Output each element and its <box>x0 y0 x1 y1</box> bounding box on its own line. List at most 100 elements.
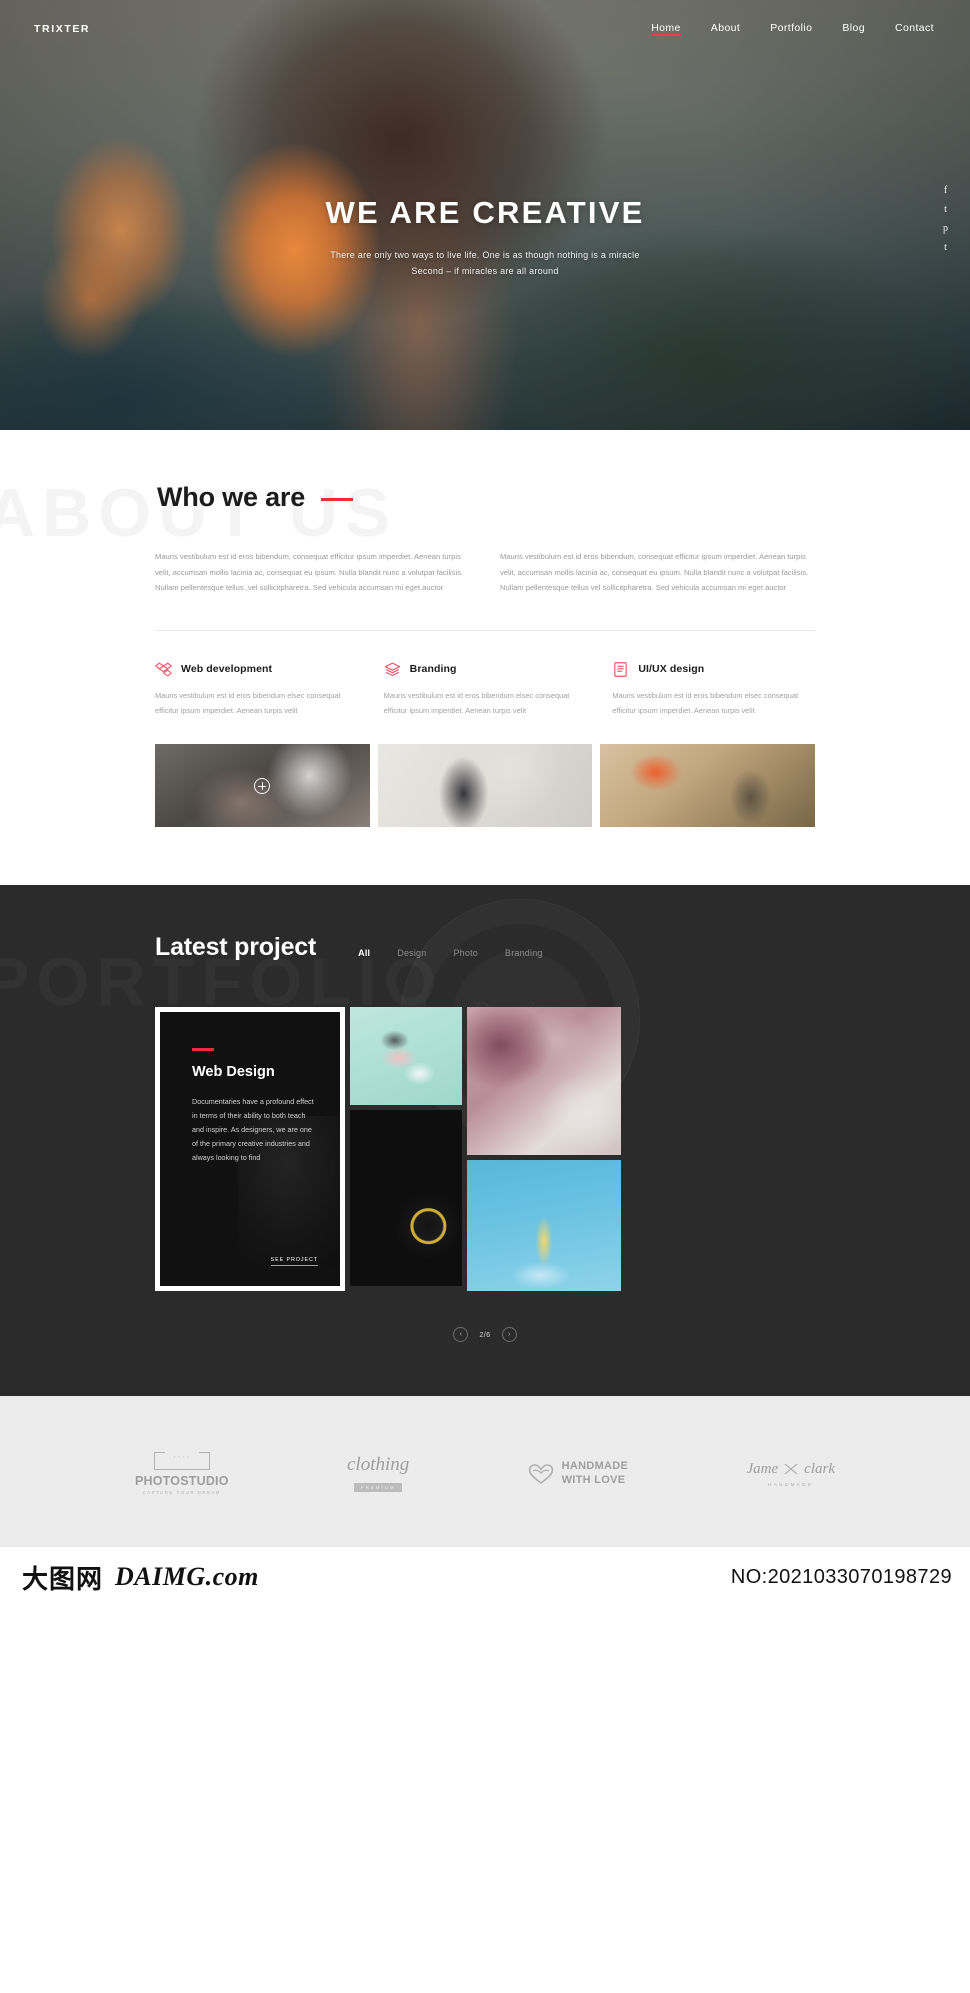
nav-link-about[interactable]: About <box>711 22 740 37</box>
portfolio-container: Latest project All Design Photo Branding… <box>155 933 815 1343</box>
clothing-logo[interactable]: clothing PREMIUM <box>347 1454 409 1494</box>
portfolio-heading-row: Latest project All Design Photo Branding <box>155 933 815 962</box>
nav-link-contact[interactable]: Contact <box>895 22 934 37</box>
camera-frame-icon <box>153 1451 210 1471</box>
partner-tagline: CAPTURE YOUR DREAM <box>142 1490 221 1496</box>
about-thumbnails <box>155 744 816 828</box>
footer-site-name: DAIMG.com <box>115 1562 259 1592</box>
hero-subtitle-line1: There are only two ways to live life. On… <box>330 250 640 261</box>
footer-id-number: NO:2021033070198729 <box>730 1565 952 1588</box>
hero-section: TRIXTER Home About Portfolio Blog Contac… <box>0 0 970 430</box>
photostudio-logo[interactable]: PHOTOSTUDIO CAPTURE YOUR DREAM <box>135 1451 229 1496</box>
service-title: UI/UX design <box>638 663 705 676</box>
service-header: Branding <box>384 661 587 678</box>
page-root: TRIXTER Home About Portfolio Blog Contac… <box>0 0 970 1608</box>
service-title: Branding <box>409 663 457 676</box>
partner-name: Jame clark <box>747 1461 835 1478</box>
partner-name: PHOTOSTUDIO <box>135 1474 229 1489</box>
social-links-rail: f t p t <box>943 186 948 253</box>
watermark-footer-bar: 大图网 DAIMG.com NO:2021033070198729 <box>0 1547 970 1608</box>
filter-all[interactable]: All <box>358 948 370 958</box>
about-paragraph-left: Mauris vestibulum est id eros bibendum, … <box>155 552 464 593</box>
handmade-logo[interactable]: HANDMADE WITH LOVE <box>528 1460 629 1488</box>
filter-photo[interactable]: Photo <box>453 948 478 958</box>
main-navigation: TRIXTER Home About Portfolio Blog Contac… <box>0 0 970 58</box>
service-body: Mauris vestibulum est id eros bibendum e… <box>612 690 799 715</box>
service-branding[interactable]: Branding Mauris vestibulum est id eros b… <box>384 661 587 719</box>
portfolio-pagination: ‹ 2/6 › <box>155 1327 815 1343</box>
scissors-icon <box>784 1463 798 1475</box>
hero-subtitle: There are only two ways to live life. On… <box>0 248 970 280</box>
footer-cn-label: 大图网 <box>22 1563 104 1594</box>
portfolio-heading: Latest project <box>155 933 317 962</box>
portfolio-column-left: Web Design Documentaries have a profound… <box>155 1007 345 1292</box>
feature-card-title: Web Design <box>192 1064 275 1081</box>
about-paragraph-columns: Mauris vestibulum est id eros bibendum, … <box>155 549 815 596</box>
nav-link-blog[interactable]: Blog <box>842 22 865 37</box>
partner-name: HANDMADE WITH LOVE <box>562 1460 629 1488</box>
partner-name: clothing <box>346 1453 410 1475</box>
service-body: Mauris vestibulum est id eros bibendum e… <box>383 690 570 715</box>
pagination-next-button[interactable]: › <box>501 1327 517 1343</box>
portfolio-filter-tabs: All Design Photo Branding <box>358 948 543 962</box>
portfolio-column-right <box>467 1007 621 1292</box>
feature-card-body: Documentaries have a profound effect in … <box>192 1097 314 1163</box>
service-header: Web development <box>155 661 358 678</box>
pagination-counter: 2/6 <box>479 1330 491 1340</box>
layers-icon <box>384 661 401 678</box>
partner-tagline: HANDMADE <box>767 1481 814 1487</box>
portfolio-grid: Web Design Documentaries have a profound… <box>155 1007 815 1292</box>
filter-design[interactable]: Design <box>397 948 426 958</box>
card-dash-accent <box>192 1048 214 1052</box>
about-section: ABOUT US Who we are Mauris vestibulum es… <box>0 430 970 886</box>
twitter-icon[interactable]: t <box>944 205 947 215</box>
portfolio-feature-card[interactable]: Web Design Documentaries have a profound… <box>155 1007 345 1292</box>
same-clark-left: Jame <box>746 1460 779 1477</box>
site-logo[interactable]: TRIXTER <box>34 23 90 35</box>
hero-subtitle-line2: Second – if miracles are all around <box>411 265 559 276</box>
service-title: Web development <box>181 663 273 676</box>
portfolio-tile-boxes[interactable] <box>350 1007 462 1106</box>
same-clark-logo[interactable]: Jame clark HANDMADE <box>747 1461 835 1487</box>
pagination-prev-button[interactable]: ‹ <box>453 1327 469 1343</box>
about-heading: Who we are <box>157 482 306 512</box>
thumbnail-workspace[interactable] <box>377 744 593 828</box>
tumblr-icon[interactable]: t <box>944 243 947 253</box>
play-plus-icon[interactable] <box>254 777 271 794</box>
portfolio-section: PORTFOLIO Preview Latest project All Des… <box>0 885 970 1397</box>
service-header: UI/UX design <box>612 661 815 678</box>
service-web-development[interactable]: Web development Mauris vestibulum est id… <box>155 661 358 719</box>
about-paragraph-right: Mauris vestibulum est id eros bibendum, … <box>500 552 809 593</box>
partner-badge: PREMIUM <box>353 1482 403 1492</box>
heading-dash-accent <box>321 498 354 501</box>
document-icon <box>612 661 629 678</box>
portfolio-tile-vinyl[interactable] <box>350 1110 462 1287</box>
nav-link-portfolio[interactable]: Portfolio <box>770 22 812 37</box>
portfolio-tile-sky[interactable] <box>467 1160 621 1292</box>
filter-branding[interactable]: Branding <box>505 948 543 958</box>
handmade-line-2: WITH LOVE <box>561 1473 626 1486</box>
nav-menu: Home About Portfolio Blog Contact <box>651 22 934 37</box>
same-clark-right: clark <box>804 1460 835 1477</box>
nav-link-home[interactable]: Home <box>651 22 681 37</box>
hero-content: WE ARE CREATIVE There are only two ways … <box>0 195 970 280</box>
hero-title: WE ARE CREATIVE <box>325 195 645 230</box>
service-body: Mauris vestibulum est id eros bibendum e… <box>155 690 341 715</box>
partners-section: PHOTOSTUDIO CAPTURE YOUR DREAM clothing … <box>0 1396 970 1548</box>
services-row: Web development Mauris vestibulum est id… <box>155 661 815 719</box>
about-container: Who we are Mauris vestibulum est id eros… <box>155 482 816 828</box>
about-divider <box>155 629 815 631</box>
about-heading-row: Who we are <box>155 482 815 513</box>
thumbnail-video[interactable] <box>155 744 370 828</box>
partner-logos-row: PHOTOSTUDIO CAPTURE YOUR DREAM clothing … <box>135 1451 835 1496</box>
pinterest-icon[interactable]: p <box>943 224 948 234</box>
thumbnail-office[interactable] <box>600 744 816 828</box>
service-ui-ux-design[interactable]: UI/UX design Mauris vestibulum est id er… <box>612 661 815 719</box>
heart-icon <box>528 1463 554 1485</box>
facebook-icon[interactable]: f <box>944 186 947 196</box>
handmade-line-1: HANDMADE <box>561 1460 629 1473</box>
dropbox-icon <box>155 661 172 678</box>
see-project-link[interactable]: SEE PROJECT <box>270 1257 318 1267</box>
portfolio-column-middle <box>350 1007 462 1291</box>
portfolio-tile-curves[interactable] <box>467 1007 621 1156</box>
